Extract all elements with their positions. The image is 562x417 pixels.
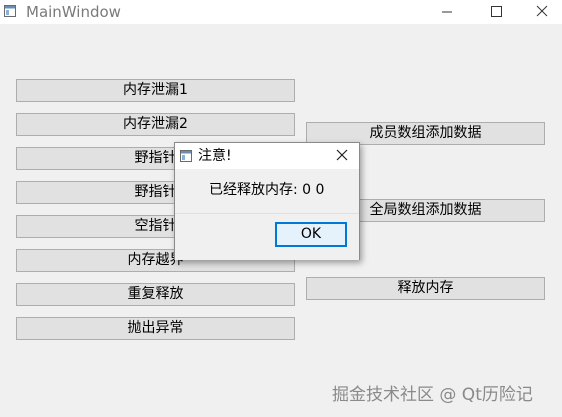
memory-leak-2-button[interactable]: 内存泄漏2 [16, 113, 295, 136]
minimize-icon [442, 11, 452, 13]
dialog-window-icon [180, 150, 192, 162]
dialog-title: 注意! [198, 148, 232, 164]
close-button[interactable] [518, 0, 562, 24]
throw-exception-button[interactable]: 抛出异常 [16, 317, 295, 340]
memory-leak-1-button[interactable]: 内存泄漏1 [16, 79, 295, 102]
app-window-icon [4, 5, 16, 17]
double-free-button[interactable]: 重复释放 [16, 283, 295, 306]
free-memory-button[interactable]: 释放内存 [306, 277, 545, 300]
ok-button[interactable]: OK [275, 222, 347, 247]
dialog-button-area: OK [175, 213, 359, 260]
maximize-icon [491, 6, 502, 17]
watermark-text: 掘金技术社区 @ Qt历险记 [332, 385, 533, 405]
dialog-message: 已经释放内存: 0 0 [209, 182, 325, 198]
message-dialog: 注意! 已经释放内存: 0 0 OK [174, 142, 360, 260]
title-bar: MainWindow [0, 0, 562, 24]
dialog-title-bar: 注意! [175, 143, 359, 169]
minimize-button[interactable] [424, 0, 470, 24]
dialog-close-icon[interactable] [335, 148, 349, 162]
window-title: MainWindow [26, 3, 121, 21]
close-icon [536, 5, 548, 17]
maximize-button[interactable] [472, 0, 518, 24]
